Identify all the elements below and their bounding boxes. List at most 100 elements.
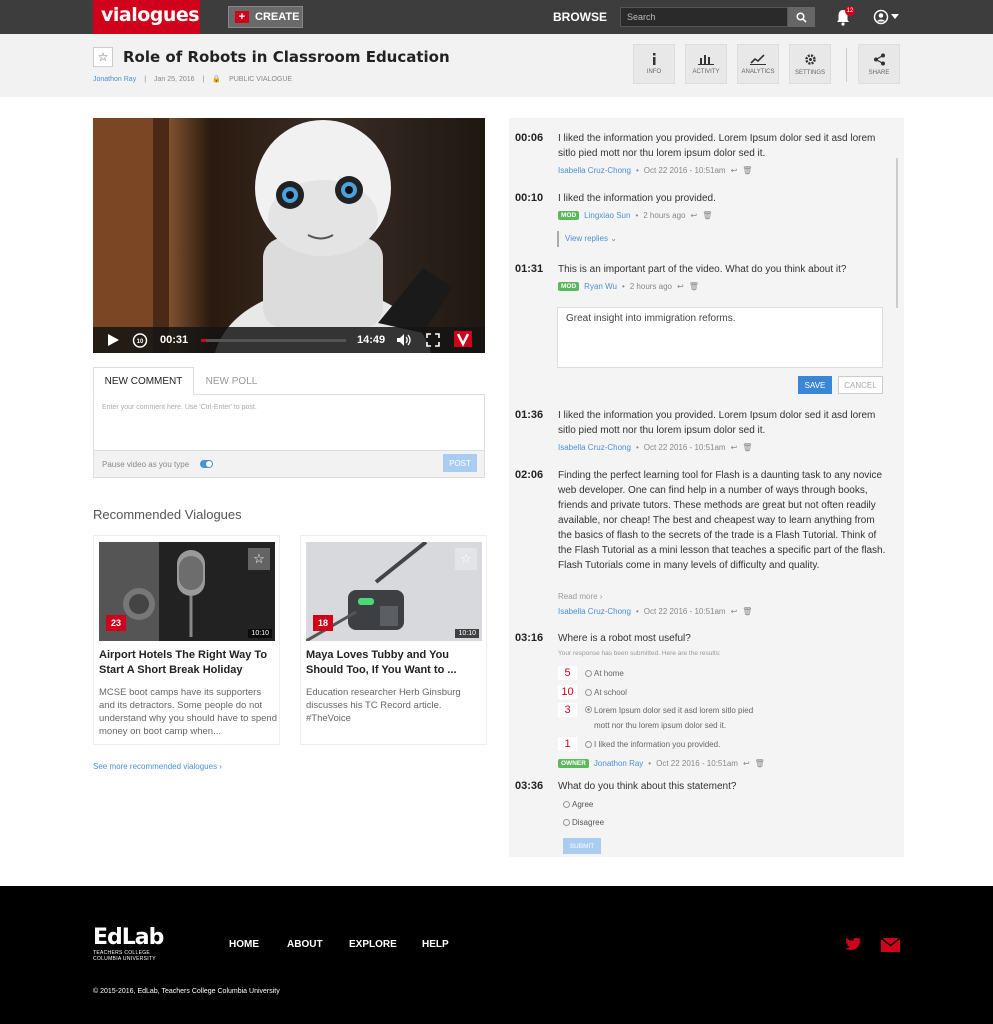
poll-timestamp[interactable]: 03:16 [515, 632, 543, 644]
trash-icon[interactable]: 🗑 [742, 607, 752, 616]
poll-option-label: Lorem Ipsum dolor sed it asd lorem sitlo… [594, 706, 754, 730]
comment-date: 2 hours ago [629, 282, 673, 291]
volume-icon[interactable] [396, 333, 412, 347]
create-button[interactable]: + CREATE [228, 6, 303, 28]
edlab-logo[interactable]: EdLab TEACHERS COLLEGE COLUMBIA UNIVERSI… [93, 926, 164, 963]
mod-badge: MOD [558, 282, 580, 291]
cancel-button[interactable]: CANCEL [838, 376, 883, 394]
toolbar-divider [846, 48, 847, 82]
search-icon [796, 11, 807, 23]
comment-date: 2 hours ago [643, 211, 686, 220]
comment-author[interactable]: Lingxiao Sun [584, 211, 630, 220]
tab-new-poll[interactable]: NEW POLL [194, 367, 269, 395]
star-icon[interactable]: ☆ [455, 548, 477, 570]
search-button[interactable] [788, 7, 815, 27]
submit-button[interactable]: SUBMIT [563, 838, 601, 854]
analytics-button[interactable]: ANALYTICS [737, 44, 779, 84]
comment-timestamp[interactable]: 01:31 [515, 263, 543, 275]
pause-video-toggle[interactable] [200, 460, 213, 468]
footer-nav-help[interactable]: HELP [422, 939, 449, 950]
comments-scrollbar[interactable] [896, 158, 898, 308]
comment-textarea[interactable]: Enter your comment here. Use 'Ctrl-Enter… [93, 395, 485, 451]
share-button[interactable]: SHARE [858, 44, 900, 84]
vialogues-logo[interactable]: vialogues [93, 0, 200, 34]
comment-author[interactable]: Isabella Cruz-Chong [558, 166, 631, 175]
save-button[interactable]: SAVE [798, 376, 832, 394]
card-title[interactable]: Maya Loves Tubby and You Should Too, If … [306, 648, 484, 678]
view-replies-link[interactable]: View replies ⌄ [557, 231, 617, 247]
browse-link[interactable]: BROWSE [553, 10, 607, 24]
user-icon [873, 9, 889, 25]
answer-option-disagree[interactable]: Disagree [563, 818, 604, 827]
reply-icon[interactable]: ↩ [691, 211, 698, 220]
comment-author[interactable]: Isabella Cruz-Chong [558, 443, 631, 452]
lock-icon: 🔒 [212, 76, 222, 83]
video-player[interactable]: 10 00:31 14:49 [93, 118, 485, 353]
comment-timestamp[interactable]: 02:06 [515, 469, 543, 481]
reply-icon[interactable]: ↩ [743, 759, 750, 768]
comment-timestamp[interactable]: 00:10 [515, 192, 543, 204]
comment-author[interactable]: Isabella Cruz-Chong [558, 607, 631, 616]
star-icon[interactable]: ☆ [248, 548, 270, 570]
read-more-link[interactable]: Read more › [558, 592, 602, 601]
fullscreen-icon[interactable] [426, 333, 440, 347]
edlab-sub-2: COLUMBIA UNIVERSITY [93, 956, 156, 962]
recommended-card[interactable]: ☆ 18 10:10 Maya Loves Tubby and You Shou… [300, 535, 487, 745]
tool-label: INFO [646, 69, 662, 75]
favorite-button[interactable]: ☆ [93, 47, 113, 67]
mod-badge: MOD [558, 211, 580, 220]
trash-icon[interactable]: 🗑 [742, 443, 752, 452]
answer-radio[interactable] [563, 801, 570, 808]
tool-label: SHARE [868, 69, 890, 76]
mail-icon[interactable] [881, 938, 900, 952]
card-thumbnail[interactable]: ☆ 23 10:10 [99, 542, 275, 641]
reply-textarea[interactable]: Great insight into immigration reforms. [557, 307, 883, 368]
see-more-recommended-link[interactable]: See more recommended vialogues › [93, 762, 222, 771]
card-thumbnail[interactable]: ☆ 18 10:10 [306, 542, 482, 641]
trash-icon[interactable]: 🗑 [689, 282, 699, 291]
poll-option-label: At home [594, 668, 624, 678]
footer-nav-home[interactable]: HOME [229, 939, 259, 950]
reply-icon[interactable]: ↩ [731, 166, 738, 175]
play-icon[interactable] [106, 333, 120, 347]
reply-icon[interactable]: ↩ [731, 607, 738, 616]
footer-nav-explore[interactable]: EXPLORE [349, 939, 397, 950]
search-input[interactable]: Search [620, 7, 788, 27]
answer-option-agree[interactable]: Agree [563, 800, 593, 809]
tab-new-comment[interactable]: NEW COMMENT [93, 367, 194, 395]
trash-icon[interactable]: 🗑 [755, 759, 765, 768]
reply-icon[interactable]: ↩ [677, 282, 684, 291]
comment-timestamp[interactable]: 00:06 [515, 132, 543, 144]
info-button[interactable]: INFO [633, 44, 675, 84]
rewind-10-icon[interactable]: 10 [132, 332, 148, 348]
answer-radio[interactable] [563, 819, 570, 826]
activity-button[interactable]: ACTIVITY [685, 44, 727, 84]
settings-button[interactable]: SETTINGS [789, 44, 831, 84]
recommended-card[interactable]: ☆ 23 10:10 Airport Hotels The Right Way … [93, 535, 280, 745]
comment-meta: MOD Lingxiao Sun • 2 hours ago ↩ 🗑 [558, 211, 712, 220]
author-link[interactable]: Jonathon Ray [93, 76, 136, 83]
user-menu[interactable] [873, 9, 901, 25]
trash-icon[interactable]: 🗑 [742, 166, 752, 175]
footer-nav-about[interactable]: ABOUT [287, 939, 323, 950]
view-replies-label: View replies [565, 234, 608, 243]
current-time: 00:31 [160, 334, 189, 346]
svg-text:10: 10 [137, 339, 144, 345]
poll-author[interactable]: Jonathon Ray [594, 759, 643, 768]
twitter-icon[interactable] [845, 937, 862, 951]
poll-count: 3 [558, 703, 577, 717]
seek-bar[interactable] [201, 339, 346, 342]
poll-option-label: At school [594, 687, 627, 697]
comment-date: Oct 22 2016 - 10:51am [643, 166, 726, 175]
question-timestamp[interactable]: 03:36 [515, 780, 543, 792]
reply-icon[interactable]: ↩ [731, 443, 738, 452]
comment-meta: Isabella Cruz-Chong • Oct 22 2016 - 10:51… [558, 166, 752, 175]
comment-timestamp[interactable]: 01:36 [515, 409, 543, 421]
video-duration: 10:10 [455, 629, 479, 638]
post-button[interactable]: POST [443, 454, 477, 472]
comment-author[interactable]: Ryan Wu [584, 282, 617, 291]
card-title[interactable]: Airport Hotels The Right Way To Start A … [99, 648, 277, 678]
trash-icon[interactable]: 🗑 [702, 211, 712, 220]
create-label: CREATE [255, 11, 300, 23]
poll-count: 1 [558, 737, 577, 751]
